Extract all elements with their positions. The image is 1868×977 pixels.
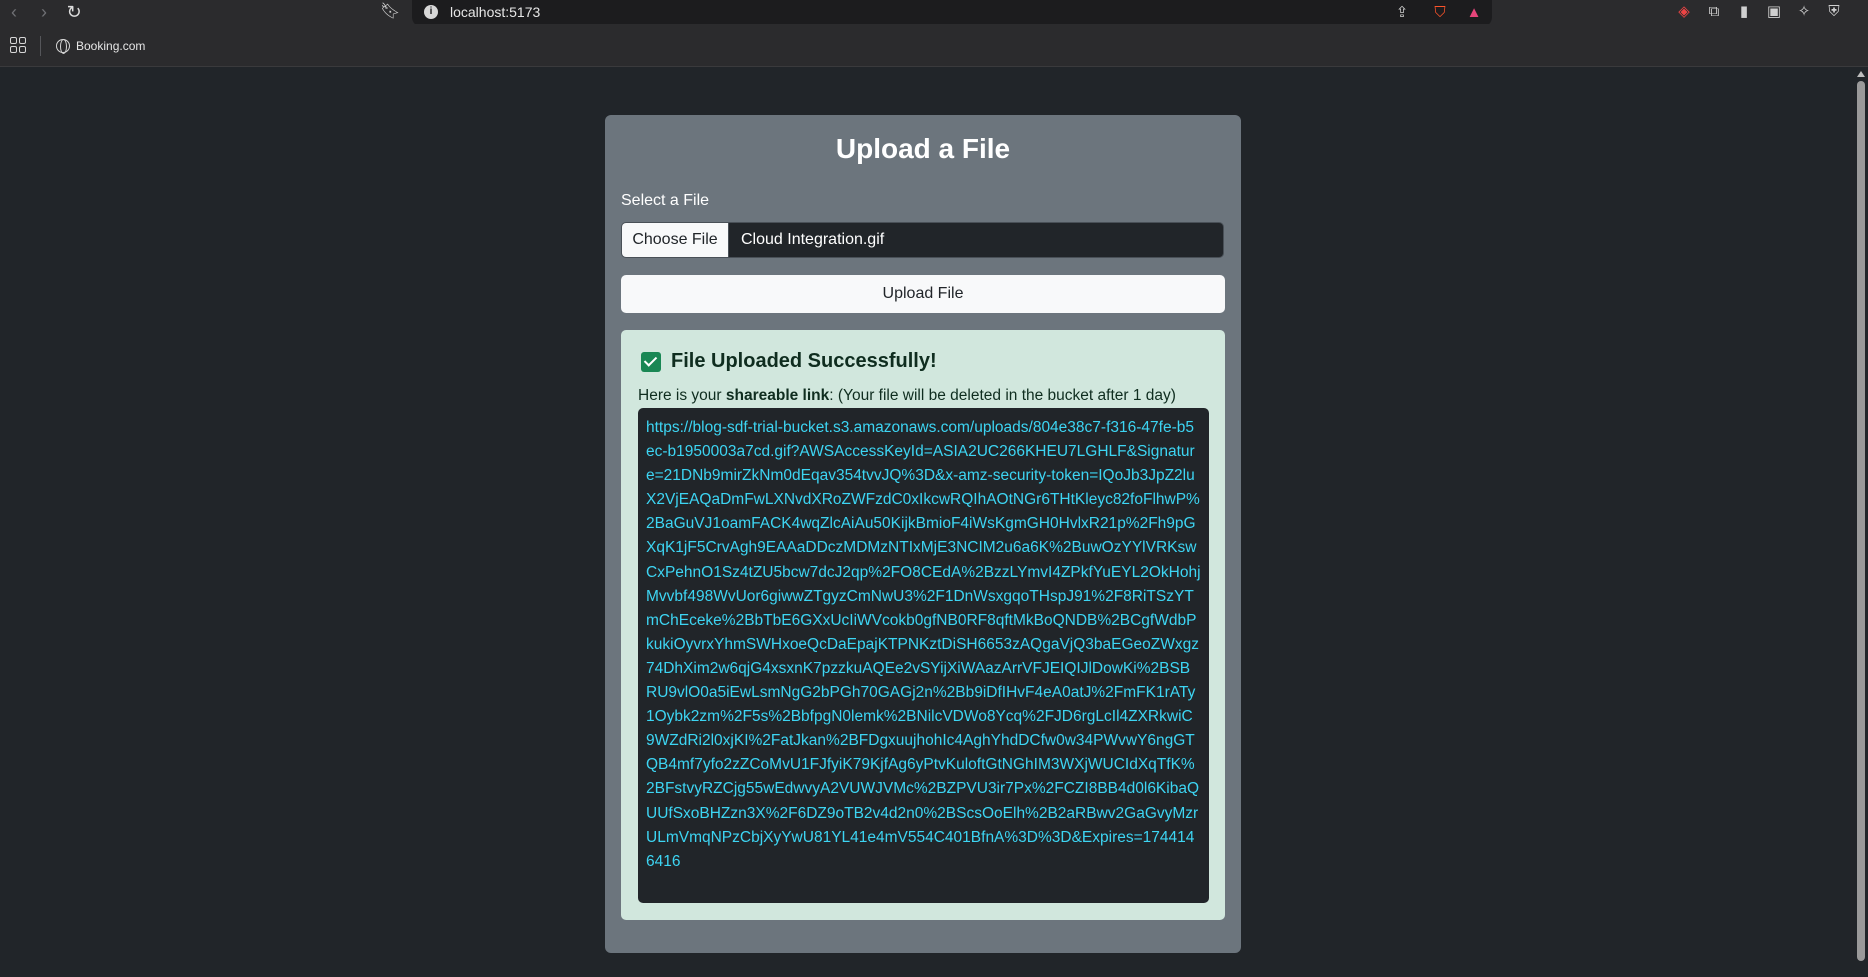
alert-message-suffix: : (Your file will be deleted in the buck… [829,387,1176,404]
leo-ai-icon[interactable]: ✧ [1794,2,1814,22]
wallet-icon[interactable]: ▣ [1764,2,1784,22]
shareable-link-box: https://blog-sdf-trial-bucket.s3.amazona… [638,408,1209,903]
site-info-icon[interactable]: i [424,5,438,19]
scroll-thumb[interactable] [1857,81,1865,961]
choose-file-button[interactable]: Choose File [622,223,729,257]
vpn-icon[interactable]: ⛨ [1824,2,1844,22]
page-title: Upload a File [835,133,1011,164]
reload-icon[interactable]: ↻ [64,2,84,22]
address-url[interactable]: localhost:5173 [450,4,540,20]
globe-icon [56,39,70,54]
back-icon[interactable]: ‹ [4,2,24,22]
upload-card: Upload a File Select a File Choose File … [605,115,1241,953]
bookmarks-divider [40,36,41,56]
share-icon[interactable]: ⇪ [1392,3,1412,23]
bookmark-icon[interactable]: 🔖︎ [380,2,400,22]
brave-rewards-icon[interactable]: ▲ [1464,3,1484,23]
address-bar[interactable]: i localhost:5173 ⇪ ⛉ ▲ [412,0,1492,27]
browser-extensions: ◈ ⧉ ▮ ▣ ✧ ⛨ [1674,2,1844,22]
bookmarks-bar: Booking.com [0,24,1868,67]
forward-icon[interactable]: › [34,2,54,22]
alert-message-prefix: Here is your [638,387,726,404]
upload-file-button[interactable]: Upload File [621,275,1225,313]
selected-file-name: Cloud Integration.gif [741,231,885,248]
apps-grid-icon[interactable] [10,37,26,53]
extensions-icon[interactable]: ⧉ [1704,2,1724,22]
bookmark-label: Booking.com [76,39,146,53]
sidebar-icon[interactable]: ▮ [1734,2,1754,22]
success-alert: File Uploaded Successfully! Here is your… [621,330,1225,920]
shareable-link[interactable]: https://blog-sdf-trial-bucket.s3.amazona… [646,416,1201,874]
file-field-label: Select a File [621,192,710,209]
scroll-up-arrow-icon[interactable] [1857,71,1865,77]
file-input[interactable]: Choose File Cloud Integration.gif [621,222,1224,258]
alert-header: File Uploaded Successfully! [641,350,937,373]
alert-title: File Uploaded Successfully! [671,350,937,372]
bookmark-booking[interactable]: Booking.com [56,36,145,56]
check-icon [641,351,661,372]
alert-message-bold: shareable link [725,387,830,404]
alert-message: Here is your shareable link: (Your file … [638,387,1176,405]
brave-shield-icon[interactable]: ⛉ [1430,3,1450,23]
color-extension-icon[interactable]: ◈ [1674,2,1694,22]
page-scrollbar[interactable] [1854,67,1868,977]
browser-toolbar: ‹ › ↻ 🔖︎ i localhost:5173 ⇪ ⛉ ▲ ◈ ⧉ ▮ ▣ … [0,0,1868,27]
